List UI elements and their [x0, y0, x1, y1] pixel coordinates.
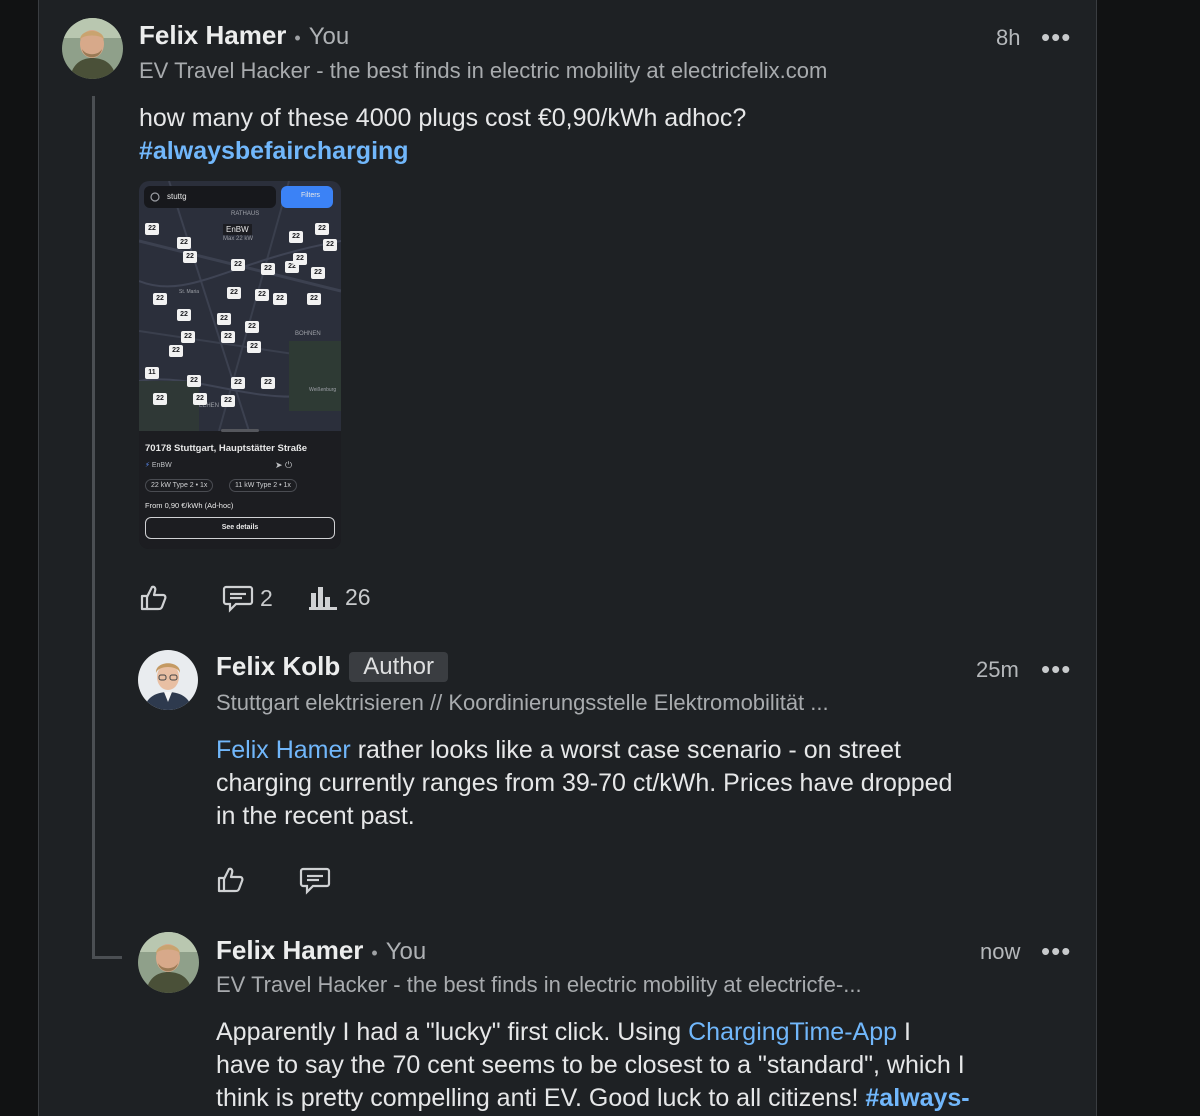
charger-marker: 22 [177, 309, 191, 321]
reply-text-line: in the recent past. [216, 802, 415, 830]
more-options-button[interactable]: ••• [1041, 22, 1071, 53]
comment-icon [222, 585, 254, 613]
author-name[interactable]: Felix Hamer [139, 20, 286, 51]
like-icon[interactable] [216, 864, 246, 899]
station-operator: ⚡ EnBW [145, 462, 172, 469]
charger-marker: 22 [193, 393, 207, 405]
map-label: Weißenburg [309, 387, 337, 393]
author-name[interactable]: Felix Kolb [216, 651, 340, 682]
you-label: You [308, 23, 350, 50]
see-details-button: See details [145, 517, 335, 539]
charger-marker: 22 [293, 253, 307, 265]
charger-marker: 22 [231, 377, 245, 389]
post-header: Felix Hamer • You [139, 20, 349, 51]
hashtag-link[interactable]: #alwaysbefaircharging [139, 135, 1039, 168]
charger-marker: 22 [311, 267, 325, 279]
charger-marker: 22 [169, 345, 183, 357]
reply-header: Felix Kolb Author [216, 651, 448, 682]
map-bottom-sheet: 70178 Stuttgart, Hauptstätter Straße ⚡ E… [139, 429, 341, 549]
reply-header: Felix Hamer • You [216, 935, 426, 966]
charger-marker: 22 [177, 237, 191, 249]
like-icon[interactable] [139, 582, 169, 617]
station-address: 70178 Stuttgart, Hauptstätter Straße [145, 443, 308, 454]
connector-chip: 11 kW Type 2 • 1x [229, 479, 297, 492]
map-label: BOHNEN [295, 331, 321, 337]
reply-text-line: rather looks like a worst case scenario … [350, 736, 901, 764]
charger-marker: 22 [183, 251, 197, 263]
map-popup-operator: EnBW [223, 224, 252, 235]
thread-line [92, 96, 95, 958]
author-name[interactable]: Felix Hamer [216, 935, 363, 966]
map-filters-label: Filters [301, 192, 321, 199]
charger-marker: 22 [245, 321, 259, 333]
charger-marker: 22 [261, 263, 275, 275]
map-search-text: stuttg [167, 192, 187, 201]
charger-marker: 22 [187, 375, 201, 387]
reply-text-line: Apparently I had a "lucky" first click. … [216, 1018, 689, 1046]
station-price: From 0,90 €/kWh (Ad-hoc) [145, 501, 234, 510]
charger-marker: 22 [145, 223, 159, 235]
charger-marker: 22 [231, 259, 245, 271]
charger-marker: 22 [227, 287, 241, 299]
you-label: You [385, 938, 427, 965]
post-text-block: how many of these 4000 plugs cost €0,90/… [139, 102, 1039, 168]
charger-marker: 22 [289, 231, 303, 243]
mention-link[interactable]: Felix Hamer [216, 736, 351, 764]
reply-text: Apparently I had a "lucky" first click. … [216, 1016, 1076, 1115]
analytics-icon [309, 587, 337, 610]
charger-marker: 22 [255, 289, 269, 301]
charger-marker: 11 [145, 367, 159, 379]
charger-marker: 22 [153, 293, 167, 305]
charger-marker: 22 [261, 377, 275, 389]
more-options-button[interactable]: ••• [1041, 936, 1071, 967]
more-options-button[interactable]: ••• [1041, 654, 1071, 685]
map-label: St. Maria [179, 289, 200, 295]
reply-time: now [980, 939, 1021, 964]
reply-text-line: I [897, 1018, 911, 1046]
separator-dot: • [294, 28, 301, 48]
charger-marker: 22 [247, 341, 261, 353]
author-photo [138, 932, 199, 993]
post-image[interactable]: stuttg Filters EnBW Max 22 kW RATHAUS BO… [139, 181, 341, 549]
charger-marker: 22 [153, 393, 167, 405]
avatar[interactable] [62, 18, 123, 79]
comment-count: 2 [260, 584, 273, 611]
avatar[interactable] [138, 650, 198, 710]
charger-marker: 22 [323, 239, 337, 251]
charger-marker: 22 [315, 223, 329, 235]
author-headline: EV Travel Hacker - the best finds in ele… [139, 58, 828, 83]
post-time: 8h [996, 25, 1021, 50]
author-headline: EV Travel Hacker - the best finds in ele… [216, 972, 862, 997]
comment-button[interactable]: 2 [222, 583, 273, 613]
post-text: how many of these 4000 plugs cost €0,90/… [139, 104, 747, 132]
separator-dot: • [371, 943, 378, 963]
analytics-button[interactable]: 26 [309, 583, 371, 611]
navigate-icon: ➤ ⏻ [275, 460, 293, 470]
reply-text-line: charging currently ranges from 39-70 ct/… [216, 769, 953, 797]
charger-marker: 22 [273, 293, 287, 305]
charger-marker: 22 [181, 331, 195, 343]
avatar[interactable] [138, 932, 199, 993]
author-photo [138, 650, 198, 710]
charger-marker: 22 [217, 313, 231, 325]
charger-marker: 22 [221, 331, 235, 343]
reply-time: 25m [976, 657, 1019, 682]
charger-marker: 22 [307, 293, 321, 305]
charging-app-link[interactable]: ChargingTime-App [688, 1018, 897, 1046]
author-photo [62, 18, 123, 79]
thread-connector [92, 956, 122, 959]
author-headline: Stuttgart elektrisieren // Koordinierung… [216, 690, 829, 715]
map-popup-detail: Max 22 kW [223, 236, 254, 242]
reply-text: Felix Hamer rather looks like a worst ca… [216, 734, 1056, 833]
connector-chip: 22 kW Type 2 • 1x [145, 479, 214, 492]
comment-icon[interactable] [299, 865, 331, 900]
map-background [139, 181, 341, 431]
reply-text-line: have to say the 70 cent seems to be clos… [216, 1051, 965, 1079]
author-badge: Author [349, 651, 448, 682]
reply-text-line: think is pretty compelling anti EV. Good… [216, 1084, 866, 1112]
impressions-count: 26 [345, 583, 371, 610]
charger-marker: 22 [221, 395, 235, 407]
hashtag-link[interactable]: #always- [865, 1084, 969, 1112]
map-label: RATHAUS [231, 211, 260, 217]
